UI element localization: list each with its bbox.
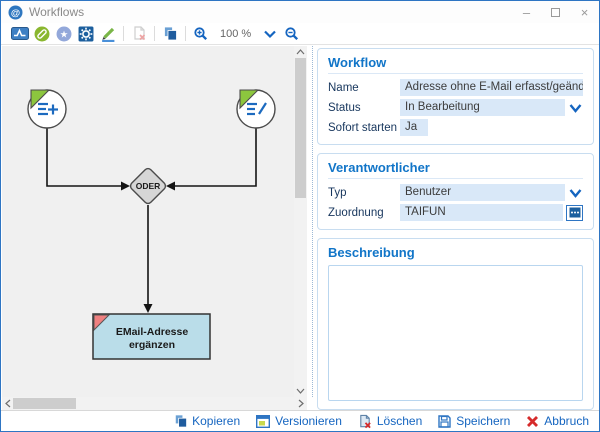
versionieren-button[interactable]: Versionieren [256,414,342,428]
vertical-scrollbar-thumb[interactable] [295,58,306,198]
action-label-line1: EMail-Adresse [116,326,189,338]
status-row: Status In Bearbeitung [328,99,583,116]
zuordnung-row: Zuordnung TAIFUN [328,204,583,221]
delete-icon [358,414,372,429]
beschreibung-section-title: Beschreibung [328,245,583,262]
scroll-down-icon[interactable] [294,385,307,397]
toolbar: ★ [1,23,599,45]
close-button[interactable]: × [570,1,599,23]
workflow-canvas[interactable]: ODER EMail-Adresse ergänzen [2,46,294,397]
sofort-starten-field[interactable]: Ja [400,119,428,136]
titlebar: @ Workflows – × [1,1,599,23]
copy-icon [174,414,187,428]
chevron-down-icon[interactable] [568,187,583,199]
abbruch-label: Abbruch [544,414,589,428]
footer-bar: Kopieren Versionieren Löschen [1,410,599,431]
vertical-scrollbar[interactable] [294,46,307,397]
workflow-section-title: Workflow [328,55,583,74]
panel-splitter[interactable] [312,46,314,397]
zoom-in-icon[interactable] [190,24,212,44]
verantwortlicher-section-title: Verantwortlicher [328,160,583,179]
start-node-add-record[interactable] [28,90,66,128]
zuordnung-field[interactable]: TAIFUN [400,204,563,221]
ellipsis-icon [569,207,581,218]
zuordnung-browse-button[interactable] [566,205,583,221]
action-node-email[interactable]: EMail-Adresse ergänzen [93,314,210,359]
favorite-star-icon[interactable]: ★ [53,24,75,44]
scroll-up-icon[interactable] [294,46,307,58]
workflow-section: Workflow Name Adresse ohne E-Mail erfass… [317,48,594,145]
horizontal-scrollbar[interactable] [2,397,307,410]
attachment-icon[interactable] [31,24,53,44]
gateway-label: ODER [136,181,161,191]
maximize-icon [551,8,560,17]
abbruch-button[interactable]: Abbruch [526,414,589,428]
verantwortlicher-section: Verantwortlicher Typ Benutzer Zuordnung … [317,153,594,230]
zoom-level-value: 100 % [220,28,251,40]
speichern-label: Speichern [456,414,510,428]
workflow-diagram-icon[interactable] [9,24,31,44]
toolbar-separator [123,26,124,41]
kopieren-button[interactable]: Kopieren [174,414,240,428]
delete-disabled-icon [128,24,150,44]
svg-text:@: @ [11,7,20,18]
edit-pencil-icon[interactable] [97,24,119,44]
loeschen-label: Löschen [377,414,422,428]
app-logo-icon: @ [8,5,23,20]
horizontal-scrollbar-thumb[interactable] [13,398,76,409]
speichern-button[interactable]: Speichern [438,414,510,428]
beschreibung-textarea[interactable] [328,265,583,401]
minimize-button[interactable]: – [512,1,541,23]
sofort-starten-label: Sofort starten [328,122,400,134]
save-icon [438,415,451,428]
cancel-x-icon [526,415,539,428]
svg-text:★: ★ [60,29,69,40]
action-label-line2: ergänzen [129,339,175,351]
sofort-starten-row: Sofort starten Ja [328,119,583,136]
gateway-oder-node[interactable]: ODER [129,167,167,205]
workflows-window: @ Workflows – × ★ [0,0,600,432]
versionieren-label: Versionieren [275,414,342,428]
start-node-edit-record[interactable] [237,90,275,128]
maximize-button[interactable] [541,1,570,23]
beschreibung-section: Beschreibung [317,238,594,410]
name-field[interactable]: Adresse ohne E-Mail erfasst/geändert [400,79,583,96]
name-row: Name Adresse ohne E-Mail erfasst/geänder… [328,79,583,96]
typ-field[interactable]: Benutzer [400,184,565,201]
chevron-down-icon[interactable] [568,102,583,114]
toolbar-separator [154,26,155,41]
settings-gear-icon[interactable] [75,24,97,44]
copy-icon[interactable] [159,24,181,44]
name-label: Name [328,82,400,94]
status-label: Status [328,102,400,114]
zoom-out-icon[interactable] [281,24,303,44]
status-field[interactable]: In Bearbeitung [400,99,565,116]
typ-row: Typ Benutzer [328,184,583,201]
typ-label: Typ [328,187,400,199]
version-icon [256,415,270,428]
properties-panel: Workflow Name Adresse ohne E-Mail erfass… [317,46,594,410]
scroll-right-icon[interactable] [295,397,307,410]
zoom-level-dropdown-icon[interactable] [259,24,281,44]
window-title: Workflows [29,5,84,19]
loeschen-button[interactable]: Löschen [358,414,422,429]
kopieren-label: Kopieren [192,414,240,428]
zuordnung-label: Zuordnung [328,207,400,219]
toolbar-separator [185,26,186,41]
